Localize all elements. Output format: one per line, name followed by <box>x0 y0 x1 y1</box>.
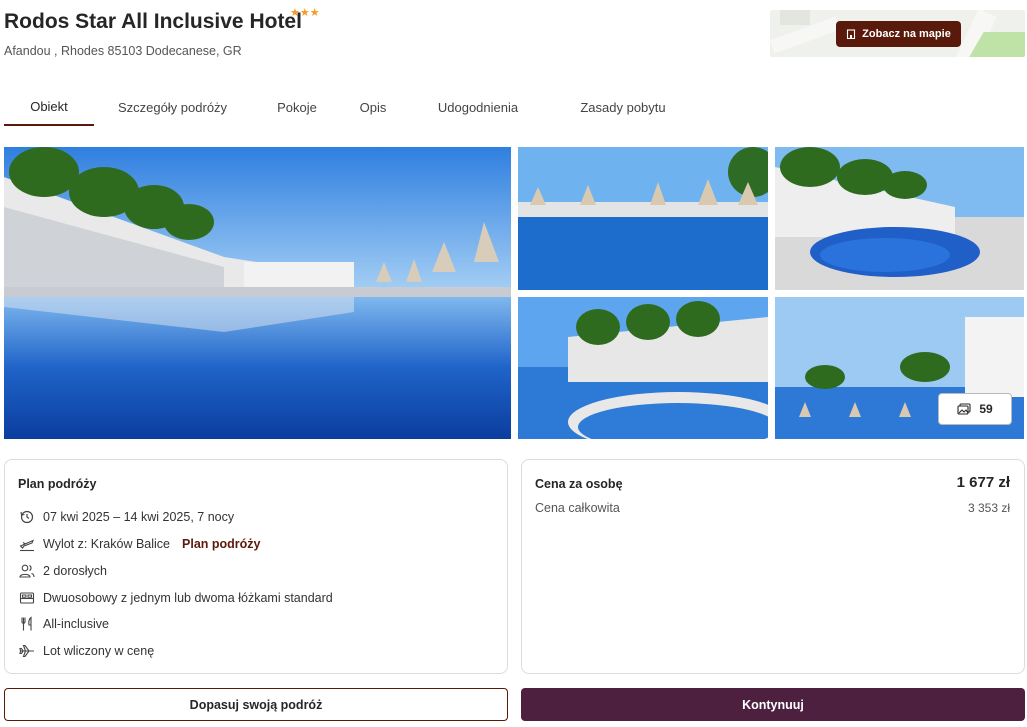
tab-pokoje[interactable]: Pokoje <box>251 88 343 126</box>
cutlery-icon <box>21 616 32 631</box>
price-per-person-label: Cena za osobę <box>535 477 623 491</box>
hotel-title: Rodos Star All Inclusive Hotel <box>4 10 302 33</box>
plan-room-row: Dwuosobowy z jednym lub dwoma łóżkami st… <box>19 590 333 606</box>
travel-plan-title: Plan podróży <box>18 477 97 491</box>
travel-plan-link[interactable]: Plan podróży <box>182 537 260 551</box>
gallery-photo-4[interactable] <box>518 297 768 439</box>
plan-travelers-row: 2 dorosłych <box>19 563 107 579</box>
plan-departure-row: Wylot z: Kraków Balice Plan podróży <box>19 536 261 552</box>
photo-count-value: 59 <box>979 402 993 416</box>
plan-departure: Wylot z: Kraków Balice <box>43 537 171 551</box>
bed-icon <box>19 592 35 604</box>
tab-zasady-pobytu[interactable]: Zasady pobytu <box>553 88 693 126</box>
customize-trip-button[interactable]: Dopasuj swoją podróż <box>4 688 508 721</box>
star-rating: ★★★ <box>290 7 320 19</box>
calendar-cycle-icon <box>20 510 34 524</box>
continue-button[interactable]: Kontynuuj <box>521 688 1025 721</box>
price-card: Cena za osobę 1 677 zł Cena całkowita 3 … <box>521 459 1025 674</box>
price-per-person-value: 1 677 zł <box>956 474 1010 491</box>
show-on-map-label: Zobacz na mapie <box>862 28 951 40</box>
photos-icon <box>957 403 971 415</box>
building-icon <box>847 29 856 39</box>
gallery-main-photo[interactable] <box>4 147 511 439</box>
show-on-map-button[interactable]: Zobacz na mapie <box>836 21 961 47</box>
plan-dates-row: 07 kwi 2025 – 14 kwi 2025, 7 nocy <box>19 509 234 525</box>
total-price-value: 3 353 zł <box>967 501 1010 515</box>
plan-board-row: All-inclusive <box>19 616 109 632</box>
plan-flight-row: Lot wliczony w cenę <box>19 643 154 659</box>
tab-udogodnienia[interactable]: Udogodnienia <box>403 88 553 126</box>
plan-dates: 07 kwi 2025 – 14 kwi 2025, 7 nocy <box>43 510 235 524</box>
tab-obiekt[interactable]: Obiekt <box>4 88 94 126</box>
gallery-photo-2[interactable] <box>518 147 768 290</box>
plan-travelers: 2 dorosłych <box>43 564 107 578</box>
plan-board: All-inclusive <box>43 617 109 631</box>
plan-room: Dwuosobowy z jednym lub dwoma łóżkami st… <box>43 591 333 605</box>
plane-departure-icon <box>19 539 35 552</box>
travel-plan-card: Plan podróży 07 kwi 2025 – 14 kwi 2025, … <box>4 459 508 674</box>
tab-szczegoly-podrozy[interactable]: Szczegóły podróży <box>94 88 251 126</box>
photo-count-button[interactable]: 59 <box>938 393 1012 425</box>
total-price-label: Cena całkowita <box>535 501 620 515</box>
hotel-tabs: Obiekt Szczegóły podróży Pokoje Opis Udo… <box>4 88 693 128</box>
plane-icon <box>19 644 34 658</box>
users-icon <box>19 564 35 578</box>
gallery-photo-3[interactable] <box>775 147 1024 290</box>
hotel-address: Afandou , Rhodes 85103 Dodecanese, GR <box>4 44 242 58</box>
plan-flight: Lot wliczony w cenę <box>43 644 155 658</box>
tab-opis[interactable]: Opis <box>343 88 403 126</box>
